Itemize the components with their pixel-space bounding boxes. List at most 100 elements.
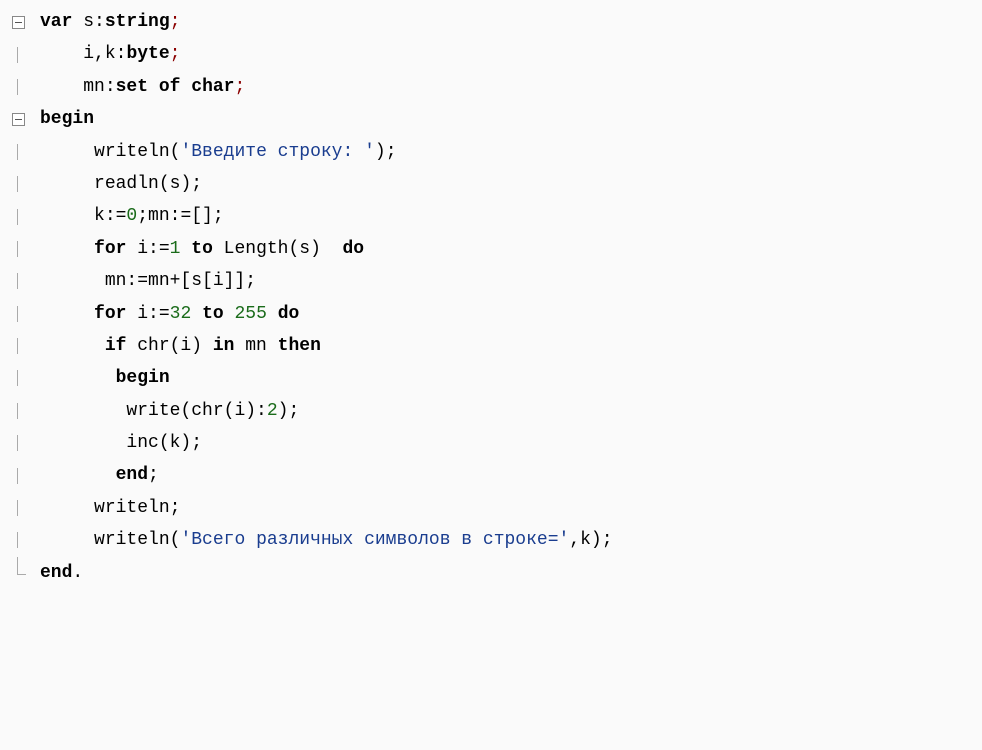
code-line: for i:=1 to Length(s) do — [0, 233, 982, 265]
code-line: readln(s); — [0, 168, 982, 200]
fn-write: write — [126, 401, 180, 421]
punct: ); — [180, 174, 202, 194]
fn-readln: readln — [94, 174, 159, 194]
identifier: i:= — [126, 304, 169, 324]
string-literal: 'Всего различных символов в строке=' — [180, 530, 569, 550]
space — [180, 239, 191, 259]
fold-minus-icon[interactable] — [12, 16, 25, 29]
keyword-then: then — [278, 336, 321, 356]
gutter — [0, 113, 36, 126]
statement: mn:=mn+[s[i]]; — [105, 271, 256, 291]
punct: (k); — [159, 433, 202, 453]
space — [148, 77, 159, 97]
number: 0 — [126, 206, 137, 226]
punct: ,k); — [569, 530, 612, 550]
code-text: mn:=mn+[s[i]]; — [36, 265, 256, 297]
keyword-char: char — [191, 77, 234, 97]
keyword-of: of — [159, 77, 181, 97]
code-editor: var s:string; i,k:byte; mn:set of char; … — [0, 0, 982, 609]
space — [191, 304, 202, 324]
code-text: begin — [36, 362, 170, 394]
code-text: k:=0;mn:=[]; — [36, 200, 224, 232]
keyword-do: do — [278, 304, 300, 324]
fn-writeln: writeln — [94, 142, 170, 162]
identifier: mn: — [83, 77, 115, 97]
keyword-end: end — [116, 465, 148, 485]
code-line: var s:string; — [0, 6, 982, 38]
punct: . — [72, 563, 83, 583]
code-text: inc(k); — [36, 427, 202, 459]
keyword-set: set — [116, 77, 148, 97]
code-text: writeln; — [36, 492, 180, 524]
punct: ; — [213, 206, 224, 226]
punct: ; — [170, 44, 181, 64]
code-text: writeln('Всего различных символов в стро… — [36, 524, 613, 556]
punct: ( — [170, 142, 181, 162]
gutter — [0, 16, 36, 29]
keyword-end: end — [40, 563, 72, 583]
keyword-for: for — [94, 239, 126, 259]
number: 1 — [170, 239, 181, 259]
keyword-for: for — [94, 304, 126, 324]
code-line: end. — [0, 557, 982, 589]
code-text: if chr(i) in mn then — [36, 330, 321, 362]
number: 255 — [234, 304, 266, 324]
punct: ; — [137, 206, 148, 226]
code-line: begin — [0, 103, 982, 135]
fold-end-icon — [12, 565, 24, 581]
keyword-do: do — [343, 239, 365, 259]
code-line: if chr(i) in mn then — [0, 330, 982, 362]
code-line: inc(k); — [0, 427, 982, 459]
space — [267, 304, 278, 324]
code-text: mn:set of char; — [36, 71, 245, 103]
identifier: mn:=[] — [148, 206, 213, 226]
code-line: writeln; — [0, 492, 982, 524]
keyword-var: var — [40, 12, 72, 32]
punct: ; — [170, 498, 181, 518]
code-line: writeln('Введите строку: '); — [0, 136, 982, 168]
identifier: i:= — [126, 239, 169, 259]
code-text: end; — [36, 459, 159, 491]
code-text: end. — [36, 557, 83, 589]
punct: ); — [375, 142, 397, 162]
code-line: write(chr(i):2); — [0, 395, 982, 427]
code-line: writeln('Всего различных символов в стро… — [0, 524, 982, 556]
keyword-to: to — [191, 239, 213, 259]
code-line: k:=0;mn:=[]; — [0, 200, 982, 232]
code-text: begin — [36, 103, 94, 135]
number: 2 — [267, 401, 278, 421]
code-line: mn:=mn+[s[i]]; — [0, 265, 982, 297]
punct: ; — [170, 12, 181, 32]
punct: (chr(i): — [180, 401, 266, 421]
fn-writeln: writeln — [94, 498, 170, 518]
punct: ( — [159, 174, 170, 194]
keyword-in: in — [213, 336, 235, 356]
code-line: begin — [0, 362, 982, 394]
keyword-if: if — [105, 336, 127, 356]
punct: ; — [234, 77, 245, 97]
code-line: end; — [0, 459, 982, 491]
keyword-string: string — [105, 12, 170, 32]
identifier: s: — [72, 12, 104, 32]
identifier: mn — [234, 336, 277, 356]
punct: ; — [148, 465, 159, 485]
code-text: write(chr(i):2); — [36, 395, 299, 427]
identifier: k:= — [94, 206, 126, 226]
gutter — [0, 565, 36, 581]
code-line: for i:=32 to 255 do — [0, 298, 982, 330]
identifier: i,k: — [83, 44, 126, 64]
string-literal: 'Введите строку: ' — [180, 142, 374, 162]
fn-writeln: writeln — [94, 530, 170, 550]
keyword-begin: begin — [40, 109, 94, 129]
identifier: Length(s) — [213, 239, 343, 259]
punct: ( — [170, 530, 181, 550]
code-text: readln(s); — [36, 168, 202, 200]
keyword-byte: byte — [126, 44, 169, 64]
expression: chr(i) — [126, 336, 212, 356]
number: 32 — [170, 304, 192, 324]
fold-minus-icon[interactable] — [12, 113, 25, 126]
code-line: i,k:byte; — [0, 38, 982, 70]
code-text: for i:=1 to Length(s) do — [36, 233, 364, 265]
space — [224, 304, 235, 324]
code-text: i,k:byte; — [36, 38, 180, 70]
